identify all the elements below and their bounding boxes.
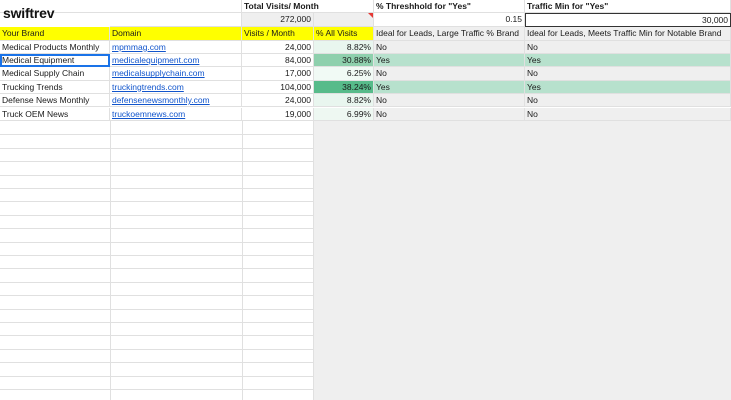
visits-cell[interactable]: 24,000: [242, 40, 314, 54]
empty-row-line: [0, 388, 314, 390]
empty-row-line: [0, 321, 314, 323]
visits-cell[interactable]: 19,000: [242, 107, 314, 121]
empty-row-line: [0, 295, 314, 297]
brand-cell[interactable]: Defense News Monthly: [0, 94, 110, 108]
comment-indicator-icon: [368, 13, 373, 19]
ideal-min-cell[interactable]: Yes: [525, 53, 731, 68]
empty-row-line: [0, 254, 314, 256]
empty-row-line: [0, 161, 314, 163]
traffic-min-value[interactable]: 30,000: [525, 13, 731, 27]
empty-row-line: [0, 187, 314, 189]
threshold-value[interactable]: 0.15: [374, 13, 525, 27]
empty-row-line: [0, 201, 314, 203]
pct-cell[interactable]: 8.82%: [314, 94, 374, 108]
ideal-min-cell[interactable]: No: [525, 40, 731, 54]
domain-link[interactable]: truckoemnews.com: [110, 107, 242, 121]
total-visits-value[interactable]: 272,000: [242, 13, 314, 27]
empty-row-line: [0, 375, 314, 377]
ideal-pct-cell[interactable]: No: [374, 107, 525, 121]
empty-row-line: [0, 174, 314, 176]
ideal-pct-cell[interactable]: No: [374, 40, 525, 54]
empty-cell[interactable]: [314, 13, 374, 27]
ideal-pct-cell[interactable]: No: [374, 94, 525, 108]
brand-cell[interactable]: Truck OEM News: [0, 107, 110, 121]
empty-cell[interactable]: [110, 0, 242, 14]
column-divider: [242, 121, 243, 400]
visits-cell[interactable]: 24,000: [242, 94, 314, 108]
ideal-min-cell[interactable]: No: [525, 94, 731, 108]
ideal-min-cell[interactable]: Yes: [525, 80, 731, 95]
column-divider: [313, 121, 314, 400]
brand-cell[interactable]: Trucking Trends: [0, 80, 110, 95]
empty-row-line: [0, 268, 314, 270]
pct-cell[interactable]: 38.24%: [314, 80, 374, 95]
ideal-min-cell[interactable]: No: [525, 67, 731, 81]
header-visits[interactable]: Visits / Month: [242, 27, 314, 41]
empty-row-line: [0, 348, 314, 350]
empty-row-line: [0, 335, 314, 337]
domain-link[interactable]: truckingtrends.com: [110, 80, 242, 95]
empty-row-line: [0, 281, 314, 283]
visits-cell[interactable]: 104,000: [242, 80, 314, 95]
summary-value-row: 272,000 0.15 30,000: [0, 13, 731, 27]
empty-row-line: [0, 241, 314, 243]
header-pct-all-visits[interactable]: % All Visits: [314, 27, 374, 41]
domain-link[interactable]: defensenewsmonthly.com: [110, 94, 242, 108]
header-ideal-traffic-min[interactable]: Ideal for Leads, Meets Traffic Min for N…: [525, 27, 731, 41]
empty-row-line: [0, 228, 314, 230]
pct-cell[interactable]: 6.99%: [314, 107, 374, 121]
empty-row-line: [0, 308, 314, 310]
table-row: Medical Supply Chain medicalsupplychain.…: [0, 67, 731, 81]
brand-cell[interactable]: Medical Supply Chain: [0, 67, 110, 81]
domain-link[interactable]: mpmmag.com: [110, 40, 242, 54]
header-domain[interactable]: Domain: [110, 27, 242, 41]
header-ideal-large-traffic[interactable]: Ideal for Leads, Large Traffic % Brand: [374, 27, 525, 41]
pct-cell[interactable]: 30.88%: [314, 53, 374, 68]
visits-cell[interactable]: 84,000: [242, 53, 314, 68]
table-row: Truck OEM News truckoemnews.com 19,000 6…: [0, 107, 731, 121]
column-divider: [110, 121, 111, 400]
threshold-label[interactable]: % Threshhold for "Yes": [374, 0, 525, 14]
pct-cell[interactable]: 6.25%: [314, 67, 374, 81]
total-visits-label[interactable]: Total Visits/ Month: [242, 0, 374, 14]
domain-link[interactable]: medicalsupplychain.com: [110, 67, 242, 81]
pct-cell[interactable]: 8.82%: [314, 40, 374, 54]
ideal-pct-cell[interactable]: Yes: [374, 53, 525, 68]
spreadsheet: Total Visits/ Month % Threshhold for "Ye…: [0, 0, 731, 400]
empty-grey-area[interactable]: [314, 121, 731, 400]
table-row: Medical Equipment medicalequipment.com 8…: [0, 53, 731, 68]
table-row: Defense News Monthly defensenewsmonthly.…: [0, 94, 731, 108]
brand-cell[interactable]: Medical Products Monthly: [0, 40, 110, 54]
table-row: Trucking Trends truckingtrends.com 104,0…: [0, 80, 731, 95]
visits-cell[interactable]: 17,000: [242, 67, 314, 81]
header-your-brand[interactable]: Your Brand: [0, 27, 110, 41]
empty-row-line: [0, 134, 314, 136]
ideal-pct-cell[interactable]: No: [374, 67, 525, 81]
header-row: Your Brand Domain Visits / Month % All V…: [0, 27, 731, 41]
empty-cell[interactable]: [110, 13, 242, 27]
ideal-pct-cell[interactable]: Yes: [374, 80, 525, 95]
brand-cell[interactable]: Medical Equipment: [0, 53, 110, 68]
empty-row-line: [0, 147, 314, 149]
empty-row-line: [0, 214, 314, 216]
traffic-min-label[interactable]: Traffic Min for "Yes": [525, 0, 731, 14]
table-row: Medical Products Monthly mpmmag.com 24,0…: [0, 40, 731, 54]
ideal-min-cell[interactable]: No: [525, 107, 731, 121]
empty-row-line: [0, 362, 314, 364]
domain-link[interactable]: medicalequipment.com: [110, 53, 242, 68]
